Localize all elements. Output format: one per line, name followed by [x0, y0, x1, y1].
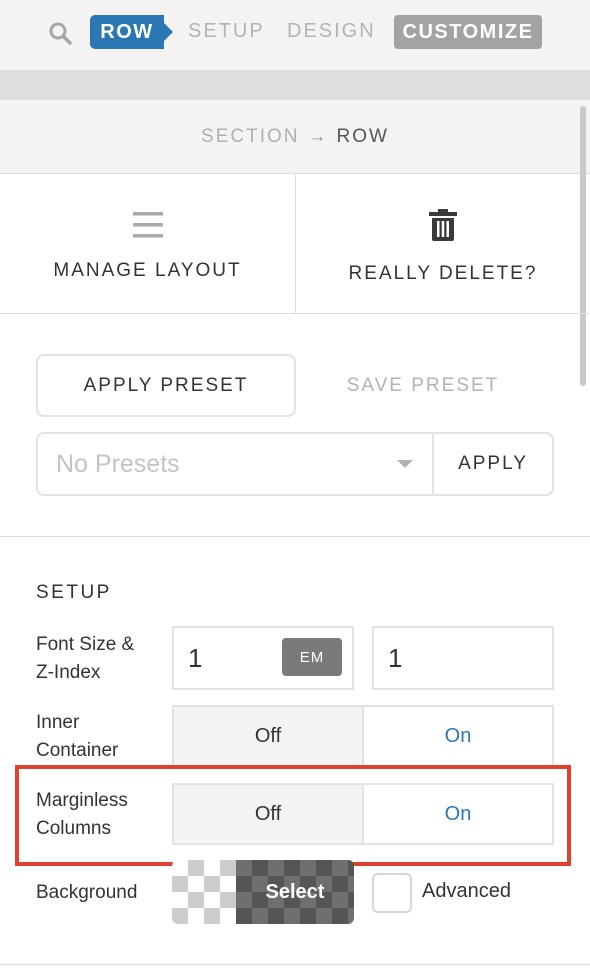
background-label: Background: [36, 882, 138, 903]
advanced-checkbox[interactable]: [372, 873, 412, 913]
manage-layout-label: MANAGE LAYOUT: [53, 260, 242, 281]
tab-setup[interactable]: SETUP: [188, 20, 265, 43]
chevron-down-icon[interactable]: [397, 460, 413, 468]
inner-container-label-line2: Container: [36, 740, 119, 761]
z-index-value: 1: [388, 642, 403, 673]
toolbar-spacer: [0, 70, 590, 100]
inner-container-label-line1: Inner: [36, 712, 80, 733]
tab-row[interactable]: ROW: [90, 15, 173, 49]
breadcrumb-row: ROW: [336, 125, 389, 147]
background-select-label: Select: [265, 880, 325, 903]
tab-customize[interactable]: CUSTOMIZE: [394, 15, 542, 49]
font-size-label: Font Size & Z-Index: [36, 631, 134, 687]
font-size-value: 1: [188, 642, 203, 673]
row-actions: MANAGE LAYOUT REALLY DELETE?: [0, 174, 590, 314]
hamburger-icon: [132, 212, 163, 238]
inner-container-off[interactable]: Off: [174, 707, 364, 765]
bottom-divider: [0, 964, 590, 965]
setup-heading: SETUP: [36, 582, 112, 603]
font-size-label-line1: Font Size &: [36, 634, 135, 655]
apply-preset-button[interactable]: APPLY PRESET: [36, 354, 296, 417]
highlight-box: [15, 765, 571, 866]
breadcrumb-section[interactable]: SECTION: [201, 126, 299, 148]
inner-container-on[interactable]: On: [364, 707, 552, 765]
preset-select-value: No Presets: [56, 449, 180, 478]
font-size-label-line2: Z-Index: [36, 662, 101, 683]
apply-button[interactable]: APPLY: [432, 432, 554, 496]
breadcrumb: SECTION → ROW: [0, 100, 590, 174]
search-icon[interactable]: [48, 21, 72, 45]
really-delete-label: REALLY DELETE?: [348, 263, 538, 284]
breadcrumb-arrow-icon: →: [307, 125, 329, 147]
section-divider: [0, 536, 590, 537]
trash-icon: [429, 209, 457, 241]
manage-layout-button[interactable]: MANAGE LAYOUT: [0, 174, 295, 314]
background-select-button[interactable]: Select: [172, 860, 354, 924]
inner-container-label: Inner Container: [36, 709, 118, 765]
font-size-unit-badge[interactable]: EM: [282, 638, 342, 676]
really-delete-button[interactable]: REALLY DELETE?: [296, 174, 590, 314]
top-nav: ROW SETUP DESIGN CUSTOMIZE: [0, 0, 590, 70]
save-preset-button[interactable]: SAVE PRESET: [320, 354, 526, 417]
inner-container-toggle: Off On: [172, 705, 554, 767]
preset-select[interactable]: No Presets: [36, 432, 434, 496]
advanced-label: Advanced: [422, 880, 511, 902]
z-index-input[interactable]: 1: [372, 626, 554, 690]
tab-design[interactable]: DESIGN: [287, 20, 376, 43]
